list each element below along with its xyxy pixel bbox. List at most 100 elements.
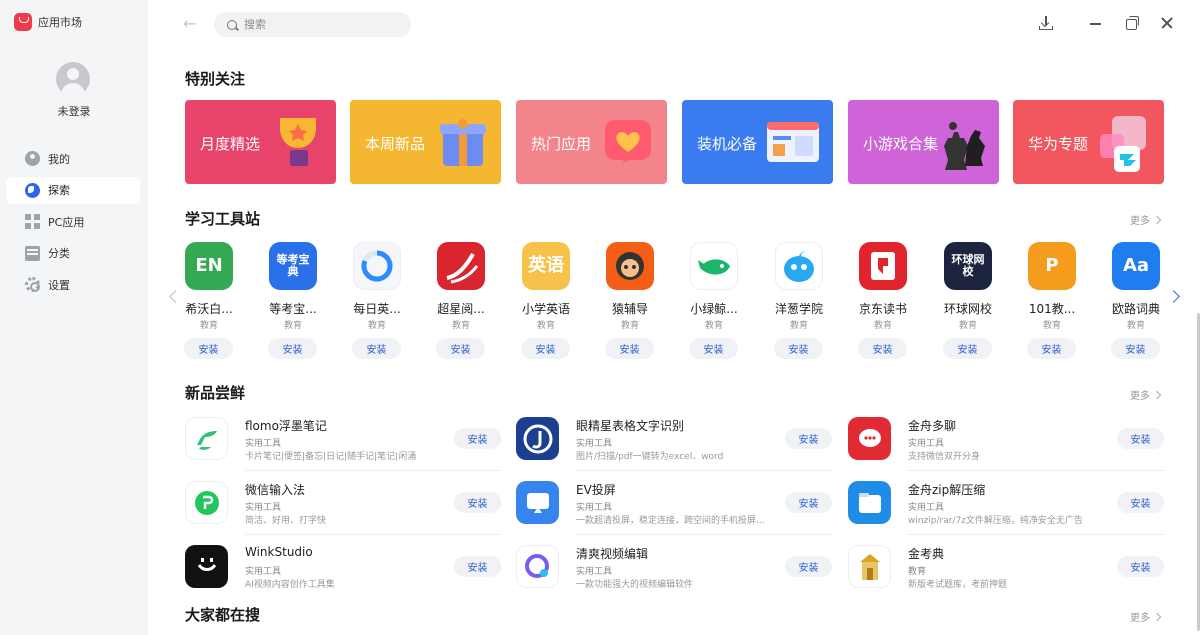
install-button[interactable]: 安装 [268, 338, 317, 359]
eudic-icon[interactable]: Aa [1112, 242, 1160, 290]
login-status[interactable]: 未登录 [0, 103, 148, 119]
banner-0[interactable]: 月度精选 [185, 100, 336, 184]
install-button[interactable]: 安装 [785, 492, 832, 513]
section-title-study: 学习工具站 [185, 210, 261, 228]
banner-illustration-icon [433, 112, 493, 175]
list-item[interactable]: EV投屏 实用工具 一款超清投屏，稳定连接，跨空间的手机投屏... 安装 [516, 481, 832, 533]
install-button[interactable]: 安装 [1117, 428, 1164, 449]
app-name[interactable]: 等考宝... [253, 300, 333, 317]
wechat-input-icon[interactable] [185, 481, 228, 524]
install-button[interactable]: 安装 [1117, 492, 1164, 513]
sidebar-item-mine[interactable]: 我的 [6, 145, 140, 172]
xiaolvjing-icon[interactable] [690, 242, 738, 290]
download-icon[interactable] [1038, 15, 1054, 31]
list-item[interactable]: 金考典 教育 新版考试题库，考前押题 安装 [848, 545, 1164, 597]
app-name[interactable]: 京东读书 [843, 300, 923, 317]
app-icon-text: EN [195, 255, 223, 277]
install-button[interactable]: 安装 [605, 338, 654, 359]
install-button[interactable]: 安装 [436, 338, 485, 359]
app-name[interactable]: 小学英语 [506, 300, 586, 317]
banner-2[interactable]: 热门应用 [516, 100, 667, 184]
app-name[interactable]: 猿辅导 [590, 300, 670, 317]
install-button[interactable]: 安装 [774, 338, 823, 359]
list-item[interactable]: 金舟zip解压缩 实用工具 winzip/rar/7z文件解压缩，纯净安全无广告 安装 [848, 481, 1164, 533]
install-button[interactable]: 安装 [785, 428, 832, 449]
list-item[interactable]: 清爽视频编辑 实用工具 一款功能强大的视频编辑软件 安装 [516, 545, 832, 597]
list-item[interactable]: 微信输入法 实用工具 简洁、好用、打字快 安装 [185, 481, 501, 533]
list-item[interactable]: WinkStudio 实用工具 AI视频内容创作工具集 安装 [185, 545, 501, 597]
hqwx-icon[interactable]: 环球网校 [944, 242, 992, 290]
app-category: 实用工具 [576, 439, 613, 449]
sidebar-item-settings[interactable]: 设置 [6, 271, 140, 298]
video-editor-icon[interactable] [516, 545, 559, 588]
app-name[interactable]: EV投屏 [576, 481, 616, 498]
yangcong-icon[interactable] [775, 242, 823, 290]
list-item[interactable]: 眼精星表格文字识别 实用工具 图片/扫描/pdf一键转为excel、word 安装 [516, 417, 832, 469]
ocr-icon[interactable] [516, 417, 559, 460]
more-link-study[interactable]: 更多 [1130, 212, 1160, 227]
install-button[interactable]: 安装 [943, 338, 992, 359]
close-icon[interactable] [1159, 15, 1175, 31]
more-link-popular[interactable]: 更多 [1130, 609, 1160, 624]
banner-3[interactable]: 装机必备 [682, 100, 833, 184]
app-name[interactable]: flomo浮墨笔记 [245, 417, 327, 434]
search-input[interactable] [244, 18, 394, 31]
install-button[interactable]: 安装 [521, 338, 570, 359]
app-name[interactable]: 欧路词典 [1096, 300, 1176, 317]
app-name[interactable]: 清爽视频编辑 [576, 545, 648, 562]
avatar[interactable] [56, 62, 90, 96]
zip-icon[interactable] [848, 481, 891, 524]
jinkaodian-icon[interactable] [848, 545, 891, 588]
dengkao-icon[interactable]: 等考宝典 [269, 242, 317, 290]
chaoxing-icon[interactable] [437, 242, 485, 290]
app-name[interactable]: 小绿鲸... [674, 300, 754, 317]
flomo-icon[interactable] [185, 417, 228, 460]
install-button[interactable]: 安装 [454, 556, 501, 577]
install-button[interactable]: 安装 [1111, 338, 1160, 359]
jd-read-icon[interactable] [859, 242, 907, 290]
app-name[interactable]: 眼精星表格文字识别 [576, 417, 684, 434]
list-item[interactable]: flomo浮墨笔记 实用工具 卡片笔记|便签|备忘|日记|随手记|笔记|闲涌 安装 [185, 417, 501, 469]
app-name[interactable]: 超星阅... [421, 300, 501, 317]
install-button[interactable]: 安装 [454, 428, 501, 449]
app-name[interactable]: 微信输入法 [245, 481, 305, 498]
install-button[interactable]: 安装 [184, 338, 233, 359]
app-name[interactable]: 洋葱学院 [759, 300, 839, 317]
app-name[interactable]: 希沃白... [169, 300, 249, 317]
sidebar-item-explore[interactable]: 探索 [6, 176, 140, 204]
install-button[interactable]: 安装 [858, 338, 907, 359]
app-name[interactable]: WinkStudio [245, 545, 313, 559]
install-button[interactable]: 安装 [454, 492, 501, 513]
list-item[interactable]: 金舟多聊 实用工具 支持微信双开分身 安装 [848, 417, 1164, 469]
banner-4[interactable]: 小游戏合集 [848, 100, 999, 184]
101-edu-icon[interactable]: P [1028, 242, 1076, 290]
install-button[interactable]: 安装 [1117, 556, 1164, 577]
banner-5[interactable]: 华为专题 [1013, 100, 1164, 184]
minimize-icon[interactable] [1088, 15, 1104, 31]
app-name[interactable]: 环球网校 [928, 300, 1008, 317]
app-name[interactable]: 101教... [1012, 300, 1092, 317]
app-name[interactable]: 金舟zip解压缩 [908, 481, 985, 498]
restore-icon[interactable] [1124, 15, 1140, 31]
install-button[interactable]: 安装 [785, 556, 832, 577]
app-name[interactable]: 每日英... [337, 300, 417, 317]
sidebar-nav: 我的 探索 PC应用 分类 设置 [6, 145, 140, 303]
more-link-new[interactable]: 更多 [1130, 387, 1160, 402]
winkstudio-icon[interactable] [185, 545, 228, 588]
install-button[interactable]: 安装 [352, 338, 401, 359]
ev-screencast-icon[interactable] [516, 481, 559, 524]
sidebar-item-pc-apps[interactable]: PC应用 [6, 208, 140, 235]
yuanfudao-icon[interactable] [606, 242, 654, 290]
banner-1[interactable]: 本周新品 [350, 100, 501, 184]
daily-english-icon[interactable] [353, 242, 401, 290]
seewo-icon[interactable]: EN [185, 242, 233, 290]
jinzhou-chat-icon[interactable] [848, 417, 891, 460]
primary-english-icon[interactable]: 英语 [522, 242, 570, 290]
app-name[interactable]: 金舟多聊 [908, 417, 956, 434]
back-arrow-icon[interactable]: ← [183, 14, 196, 33]
sidebar-item-category[interactable]: 分类 [6, 240, 140, 267]
install-button[interactable]: 安装 [689, 338, 738, 359]
app-name[interactable]: 金考典 [908, 545, 944, 562]
search-box[interactable] [214, 12, 411, 37]
install-button[interactable]: 安装 [1027, 338, 1076, 359]
